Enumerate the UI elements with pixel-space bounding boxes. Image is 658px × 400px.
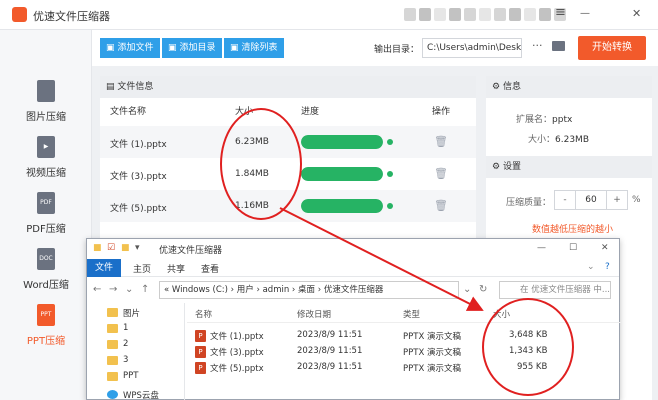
annotation-arrow <box>279 207 484 311</box>
